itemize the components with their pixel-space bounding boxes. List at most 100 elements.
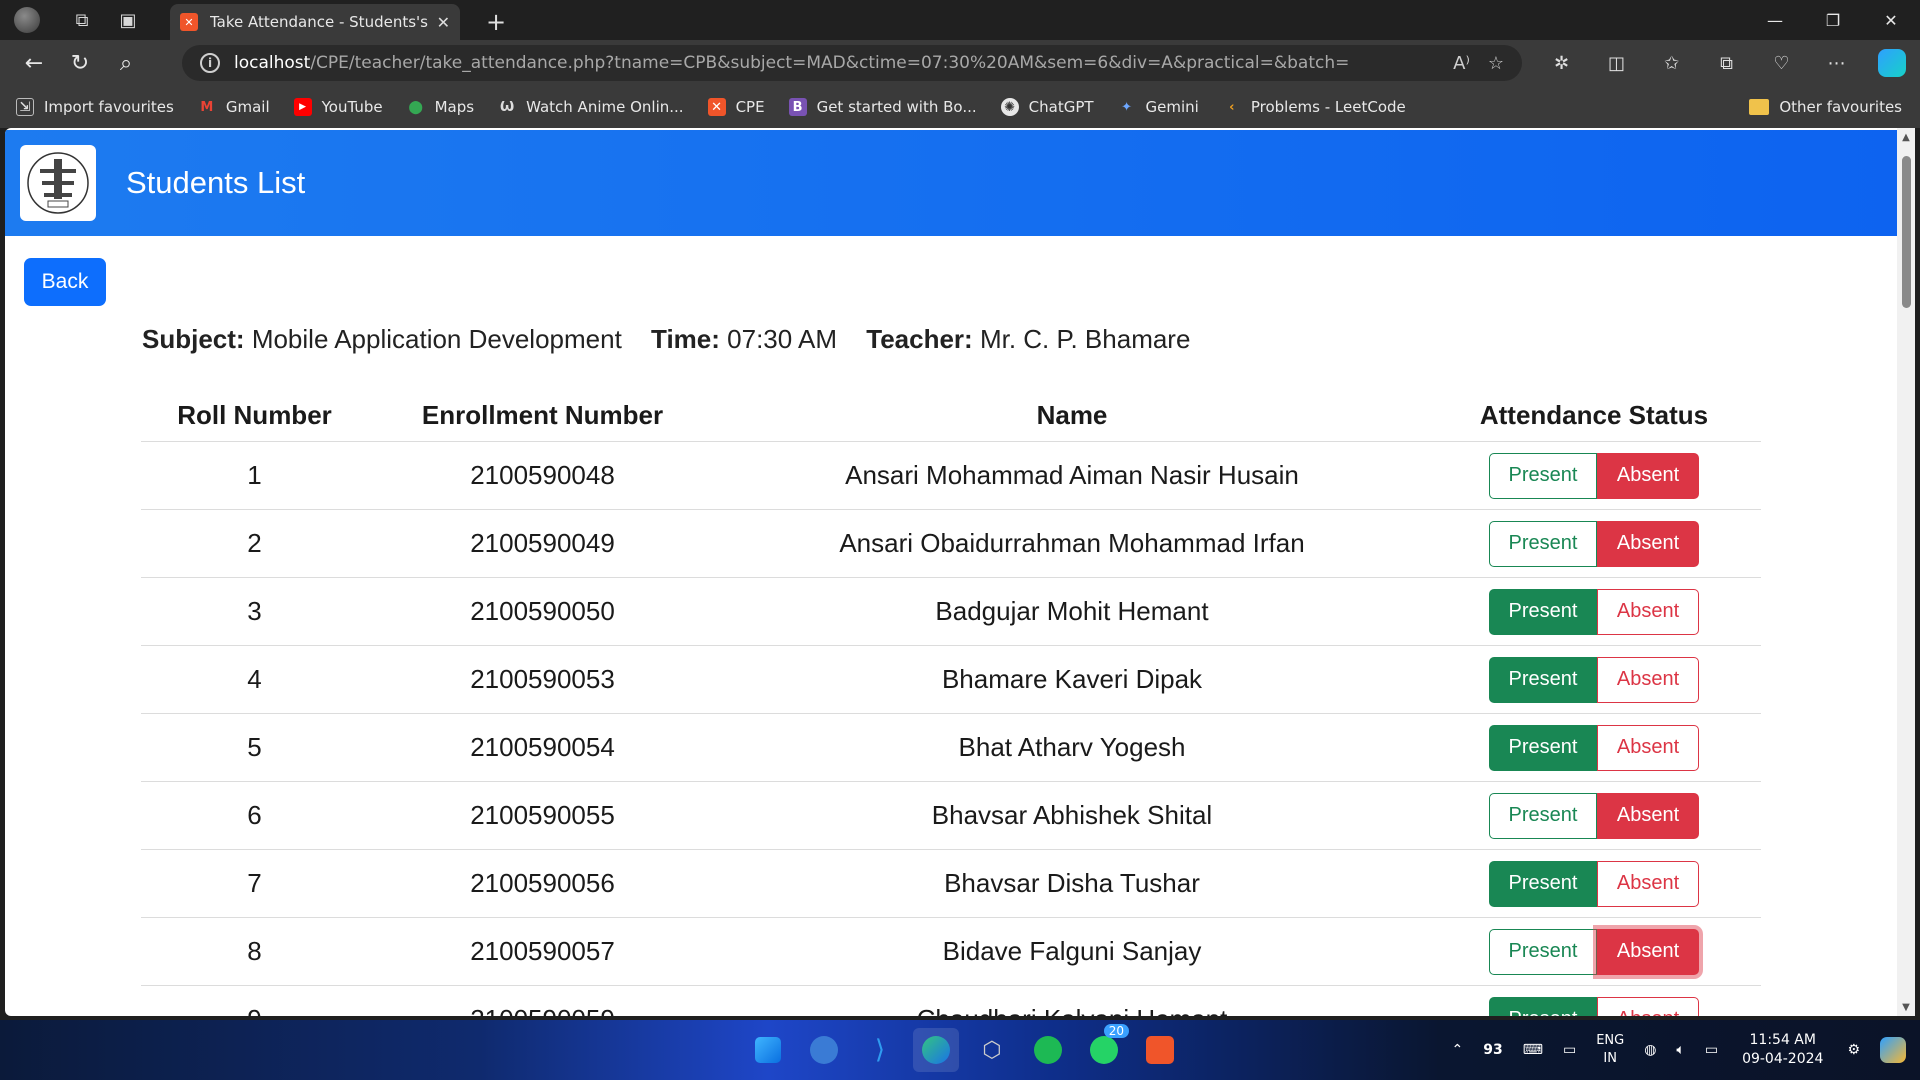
absent-button[interactable]: Absent: [1597, 452, 1699, 499]
bookmark-chatgpt[interactable]: ✺ ChatGPT: [1000, 98, 1094, 116]
absent-button[interactable]: Absent: [1597, 996, 1699, 1016]
attendance-cell: PresentAbsent: [1427, 724, 1761, 771]
scroll-up-icon[interactable]: ▲: [1897, 128, 1915, 146]
settings-gear-icon[interactable]: ⚙: [1847, 1042, 1860, 1058]
page-viewport: Students List Back Subject: Mobile Appli…: [5, 128, 1915, 1016]
copilot-taskbar-icon[interactable]: [1880, 1037, 1906, 1063]
edge-icon[interactable]: [913, 1028, 959, 1072]
bookmark-gemini[interactable]: ✦ Gemini: [1118, 98, 1199, 116]
bookmark-label: Problems - LeetCode: [1250, 98, 1406, 116]
workspaces-icon[interactable]: ⧉: [62, 0, 102, 40]
bookmark-bootstrap[interactable]: B Get started with Bo...: [788, 98, 977, 116]
absent-button[interactable]: Absent: [1597, 792, 1699, 839]
attendance-cell: PresentAbsent: [1427, 860, 1761, 907]
present-button[interactable]: Present: [1489, 588, 1597, 635]
chevron-up-icon[interactable]: ⌃: [1452, 1042, 1464, 1058]
vscode-icon[interactable]: ⟩: [857, 1028, 903, 1072]
scroll-down-icon[interactable]: ▼: [1897, 998, 1915, 1016]
xampp-icon[interactable]: [1137, 1028, 1183, 1072]
vertical-tabs-icon[interactable]: ▣: [108, 0, 148, 40]
network-icon[interactable]: ◍: [1644, 1042, 1656, 1058]
bookmark-import-favourites[interactable]: ⇲ Import favourites: [16, 98, 174, 116]
gemini-icon: ✦: [1121, 99, 1132, 115]
favorite-star-icon[interactable]: ☆: [1488, 53, 1504, 74]
table-row: 2 2100590049 Ansari Obaidurrahman Mohammad…: [141, 510, 1761, 578]
volume-icon[interactable]: 🔈︎: [1676, 1042, 1684, 1058]
present-button[interactable]: Present: [1489, 656, 1597, 703]
scroll-thumb[interactable]: [1902, 156, 1911, 308]
absent-button[interactable]: Absent: [1597, 656, 1699, 703]
close-tab-icon[interactable]: ✕: [429, 13, 450, 32]
search-icon[interactable]: ⌕: [104, 43, 148, 83]
enrollment-number: 2100590059: [368, 1004, 717, 1016]
bookmark-anime[interactable]: Ѡ Watch Anime Onlin...: [498, 98, 684, 116]
table-row: 8 2100590057 Bidave Falguni Sanjay Present A…: [141, 918, 1761, 986]
android-studio-icon[interactable]: [801, 1028, 847, 1072]
copilot-icon[interactable]: [1878, 49, 1906, 77]
roll-number: 2: [247, 528, 262, 558]
roll-number: 9: [141, 1004, 368, 1016]
enrollment-number: 2100590053: [470, 664, 615, 694]
spotify-icon[interactable]: [1025, 1028, 1071, 1072]
absent-button[interactable]: Absent: [1597, 860, 1699, 907]
display-icon[interactable]: ▭: [1563, 1042, 1576, 1058]
present-button[interactable]: Present: [1489, 520, 1597, 567]
back-arrow-icon[interactable]: ←: [12, 43, 56, 83]
bookmark-cpe[interactable]: ✕ CPE: [707, 98, 765, 116]
refresh-icon[interactable]: ↻: [58, 43, 102, 83]
close-window-icon[interactable]: ✕: [1862, 0, 1920, 40]
clock-date: 09-04-2024: [1742, 1051, 1824, 1067]
clock[interactable]: 11:54 AM 09-04-2024: [1742, 1031, 1823, 1069]
bookmark-gmail[interactable]: M Gmail: [198, 98, 269, 116]
present-button[interactable]: Present: [1489, 792, 1597, 839]
tab-title: Take Attendance - Students's List: [210, 13, 429, 31]
more-menu-icon[interactable]: ⋯: [1809, 40, 1864, 86]
bookmark-leetcode[interactable]: ‹ Problems - LeetCode: [1223, 98, 1406, 116]
favorites-icon[interactable]: ✩: [1644, 40, 1699, 86]
bookmark-maps[interactable]: ⬤ Maps: [407, 98, 474, 116]
bookmark-label: Maps: [434, 98, 475, 116]
extensions-icon[interactable]: ✲: [1534, 40, 1589, 86]
present-button[interactable]: Present: [1489, 996, 1597, 1016]
read-aloud-icon[interactable]: A⁾: [1453, 53, 1470, 74]
absent-button[interactable]: Absent: [1597, 588, 1699, 635]
present-button[interactable]: Present: [1489, 928, 1597, 975]
minimize-icon[interactable]: —: [1746, 0, 1804, 40]
page-scrollbar[interactable]: ▲ ▼: [1897, 128, 1915, 1016]
youtube-icon: ▶: [293, 98, 312, 116]
address-bar[interactable]: i localhost/CPE/teacher/take_attendance.…: [182, 45, 1522, 81]
battery-icon[interactable]: ▭: [1705, 1042, 1718, 1058]
browser-tab-bar: ⧉ ▣ ✕ Take Attendance - Students's List …: [0, 0, 1920, 40]
windows-start-icon[interactable]: [745, 1028, 791, 1072]
absent-button[interactable]: Absent: [1597, 724, 1699, 771]
present-button[interactable]: Present: [1489, 724, 1597, 771]
present-button[interactable]: Present: [1489, 452, 1597, 499]
absent-button[interactable]: Absent: [1597, 520, 1699, 567]
keyboard-icon[interactable]: ⌨: [1523, 1042, 1543, 1058]
whatsapp-icon[interactable]: 20: [1081, 1024, 1129, 1072]
system-tray: ⌃ 93 ⌨ ▭ ENG IN ◍ 🔈︎ ▭ 11:54 AM 09-04-20…: [1442, 1020, 1920, 1080]
unity-icon[interactable]: ⬡: [969, 1028, 1015, 1072]
language-indicator[interactable]: ENG IN: [1596, 1032, 1624, 1068]
absent-button[interactable]: Absent: [1597, 928, 1699, 975]
present-button[interactable]: Present: [1489, 860, 1597, 907]
new-tab-button[interactable]: +: [478, 4, 514, 40]
other-favourites[interactable]: Other favourites: [1749, 86, 1902, 128]
maps-icon: ⬤: [408, 99, 423, 115]
bookmark-youtube[interactable]: ▶ YouTube: [293, 98, 383, 116]
profile-avatar[interactable]: [14, 7, 40, 33]
xampp-icon: ✕: [180, 13, 198, 31]
restore-icon[interactable]: ❐: [1804, 0, 1862, 40]
windows-taskbar: ⟩ ⬡ 20 ⌃ 93 ⌨ ▭ ENG IN ◍ 🔈︎ ▭ 11:54 AM 0…: [0, 1020, 1920, 1080]
bookmark-label: ChatGPT: [1028, 98, 1094, 116]
class-info: Subject: Mobile Application Development …: [142, 324, 1190, 355]
attendance-cell: PresentAbsent: [1427, 928, 1761, 975]
back-button[interactable]: Back: [24, 258, 106, 306]
table-row: 7 2100590056 Bhavsar Disha Tushar Present Ab…: [141, 850, 1761, 918]
collections-icon[interactable]: ⧉: [1699, 40, 1754, 86]
site-info-icon[interactable]: i: [200, 53, 220, 73]
browser-essentials-icon[interactable]: ♡: [1754, 40, 1809, 86]
active-tab[interactable]: ✕ Take Attendance - Students's List ✕: [170, 4, 460, 40]
split-screen-icon[interactable]: ◫: [1589, 40, 1644, 86]
attendance-cell: PresentAbsent: [1427, 656, 1761, 703]
